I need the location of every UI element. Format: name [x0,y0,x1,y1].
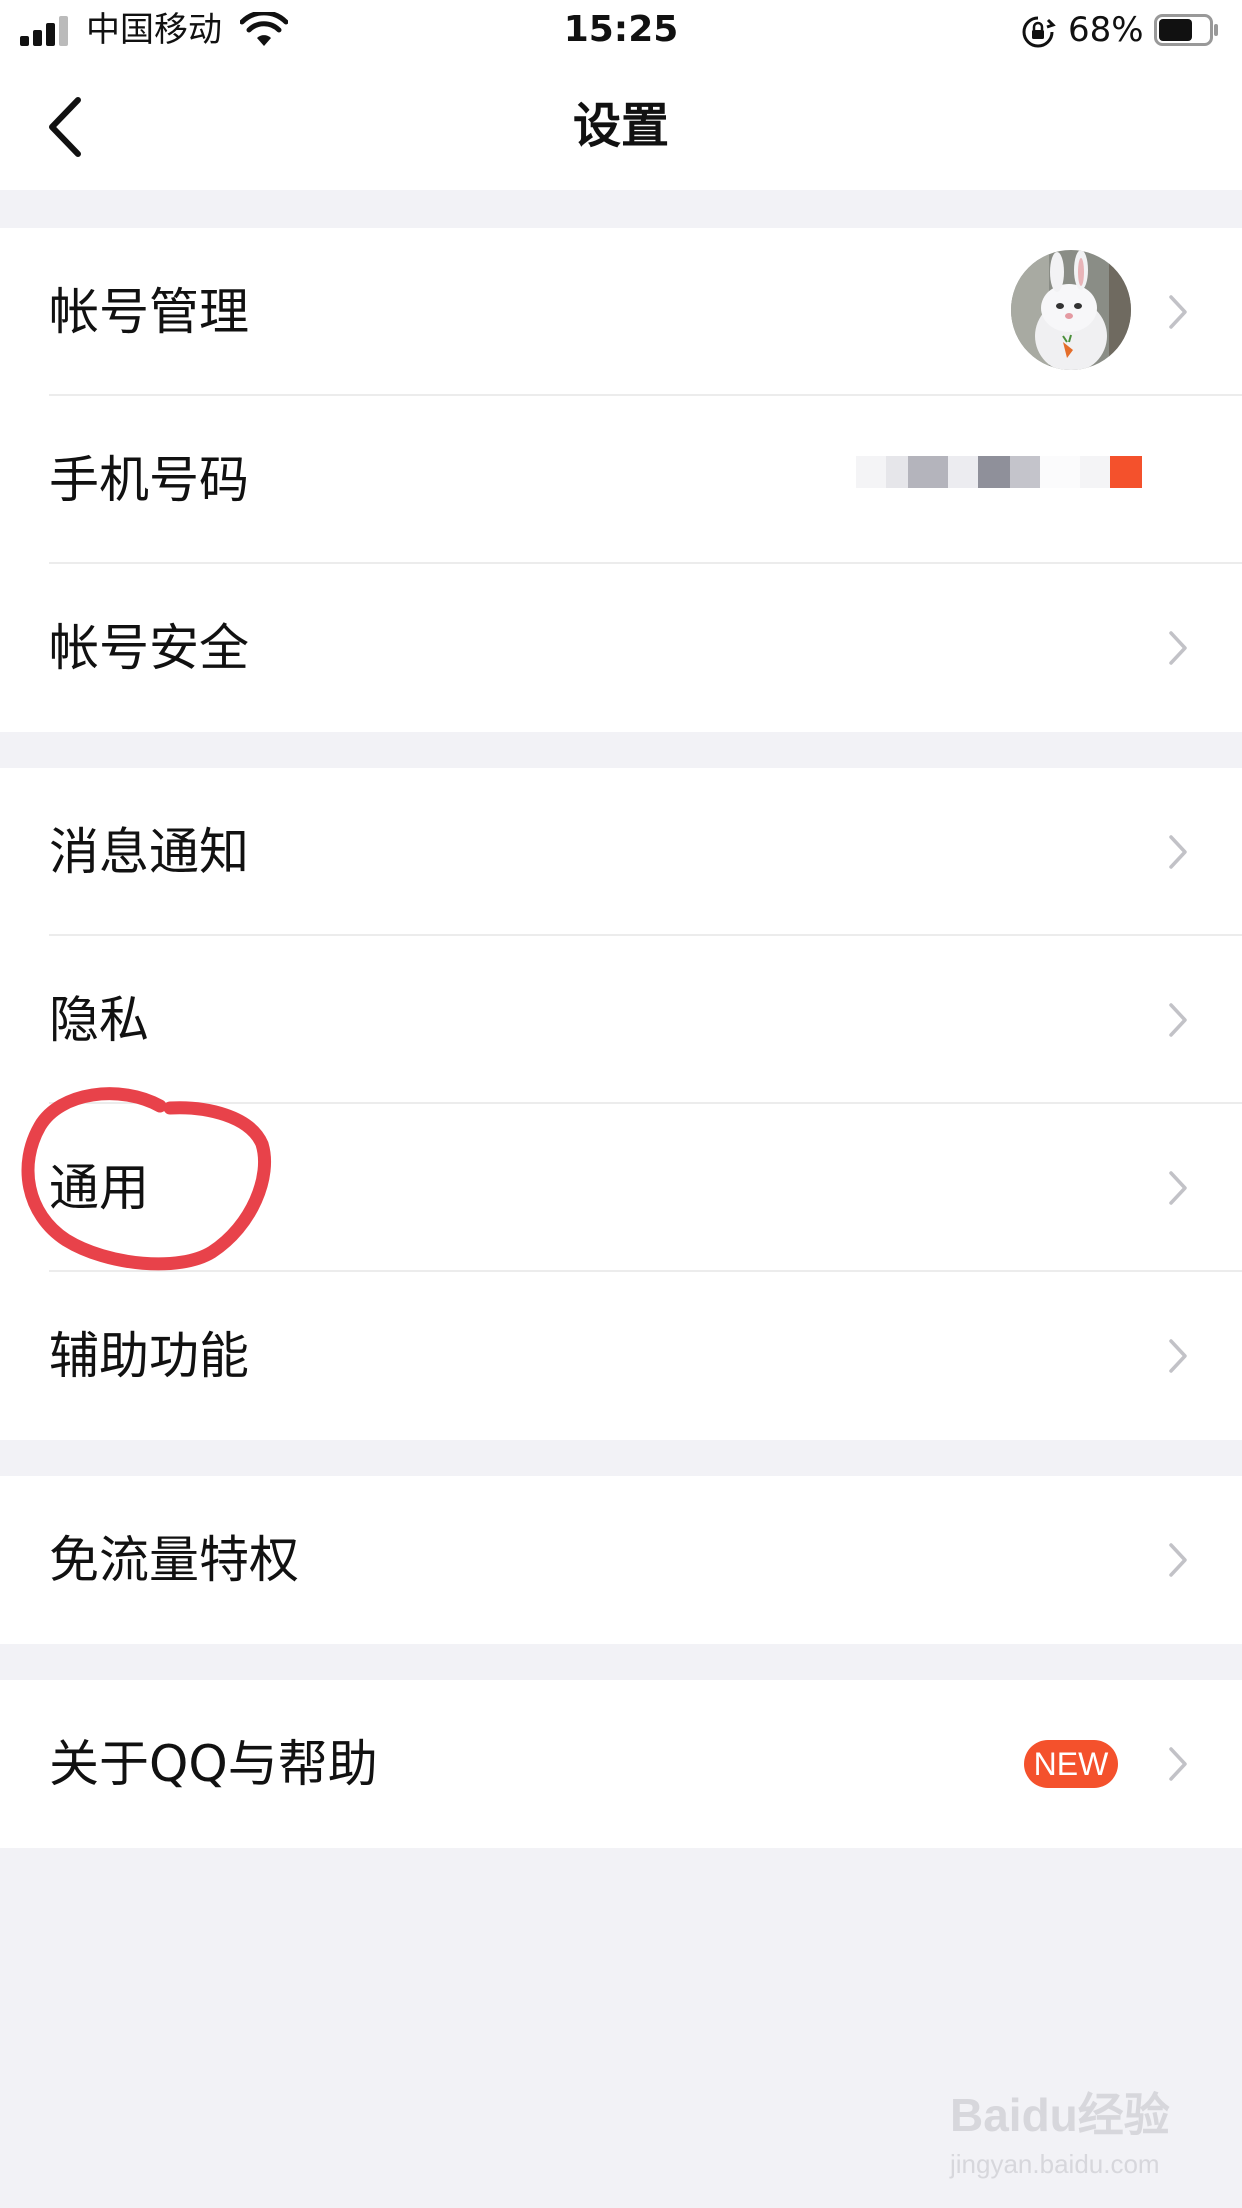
row-label: 隐私 [49,991,149,1049]
settings-row-data-free-privilege[interactable]: 免流量特权 [0,1476,1242,1644]
settings-screen: 中国移动 15:25 68% 设置 帐号管理 手机号码 帐号安全 消息通知 隐私… [0,0,1242,2208]
data-free-group: 免流量特权 [0,1476,1242,1644]
chevron-right-icon [1169,1747,1187,1781]
avatar[interactable] [1011,250,1131,370]
row-label: 帐号安全 [49,619,249,677]
row-label: 手机号码 [49,451,249,509]
row-label: 消息通知 [49,823,249,881]
settings-row-about-qq-help[interactable]: 关于QQ与帮助 NEW [0,1680,1242,1848]
battery-percent: 68% [1068,10,1144,50]
watermark-url: jingyan.baidu.com [950,2149,1160,2179]
navigation-bar: 设置 [0,62,1242,190]
watermark-logo: Baidu经验 [950,2089,1170,2141]
page-title: 设置 [572,98,669,154]
row-label: 帐号管理 [49,283,249,341]
row-label: 通用 [49,1159,149,1217]
account-group: 帐号管理 手机号码 帐号安全 [0,228,1242,732]
chevron-right-icon [1169,631,1187,665]
settings-row-accessibility[interactable]: 辅助功能 [0,1272,1242,1440]
chevron-right-icon [1169,1543,1187,1577]
new-badge: NEW [1024,1740,1118,1788]
status-bar: 中国移动 15:25 68% [0,0,1242,62]
chevron-right-icon [1169,1003,1187,1037]
masked-phone-number [856,456,1146,492]
rotation-lock-icon [1022,16,1056,48]
row-label: 辅助功能 [49,1327,249,1385]
settings-row-account-security[interactable]: 帐号安全 [0,564,1242,732]
chevron-right-icon [1169,835,1187,869]
chevron-right-icon [1169,1171,1187,1205]
battery-icon [1154,14,1218,46]
row-label: 免流量特权 [49,1531,299,1589]
row-label: 关于QQ与帮助 [49,1735,378,1793]
chevron-right-icon [1169,295,1187,329]
settings-row-account-management[interactable]: 帐号管理 [0,228,1242,396]
settings-row-notifications[interactable]: 消息通知 [0,768,1242,936]
about-group: 关于QQ与帮助 NEW [0,1680,1242,1848]
watermark: Baidu经验 jingyan.baidu.com [950,2085,1190,2185]
general-group: 消息通知 隐私 通用 辅助功能 [0,768,1242,1440]
settings-row-privacy[interactable]: 隐私 [0,936,1242,1104]
settings-row-general[interactable]: 通用 [0,1104,1242,1272]
back-button[interactable] [38,92,98,162]
chevron-right-icon [1169,1339,1187,1373]
settings-row-phone-number[interactable]: 手机号码 [0,396,1242,564]
